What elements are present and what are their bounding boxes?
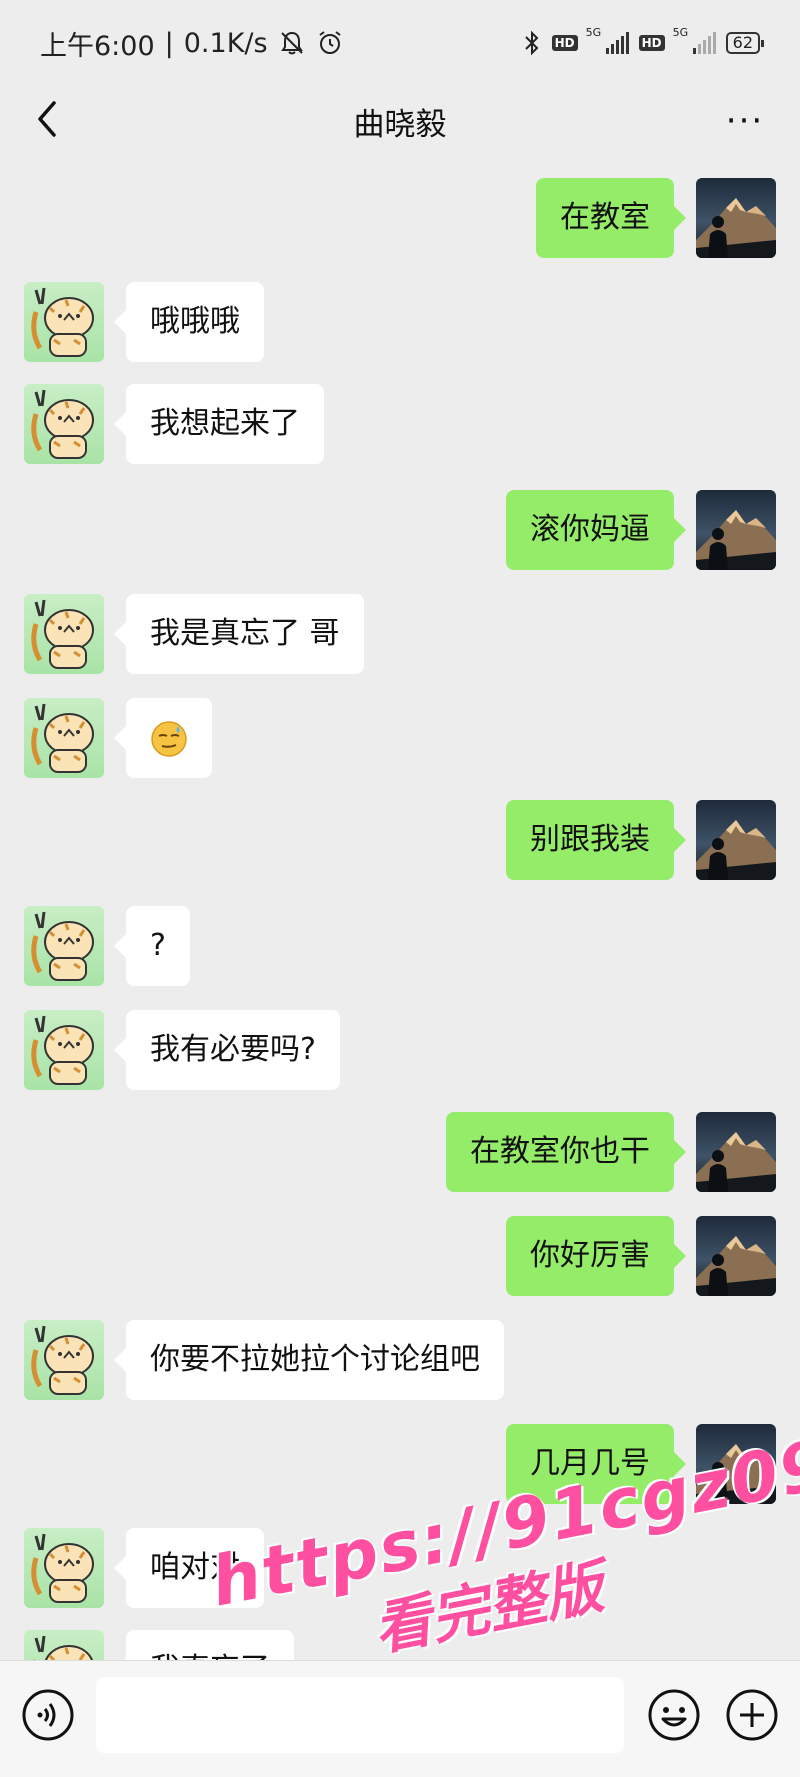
message-received: ? [24,906,190,986]
plus-icon [726,1689,778,1741]
signal-5g-icon: 5G [673,26,716,54]
sweat-smile-emoji-icon [150,720,188,757]
bluetooth-icon [524,30,539,56]
voice-button[interactable] [20,1687,76,1743]
message-sent: 几月几号 [506,1424,776,1504]
message-received: 你要不拉她拉个讨论组吧 [24,1320,504,1400]
status-time: 上午6:00 [40,30,155,62]
signal-label: 5G [672,26,689,39]
contact-avatar[interactable] [24,1528,104,1608]
message-bubble[interactable]: 你好厉害 [506,1216,686,1296]
mute-bell-icon [280,31,303,55]
my-avatar[interactable] [696,1112,776,1192]
message-bubble[interactable]: 咱对对 [114,1528,264,1608]
contact-avatar[interactable] [24,384,104,464]
status-separator: | [164,27,174,59]
watermark-text: 看完整版 [367,1552,609,1664]
battery-level: 62 [732,33,753,52]
contact-avatar[interactable] [24,906,104,986]
my-avatar[interactable] [696,178,776,258]
more-options-button[interactable]: ··· [720,96,770,146]
input-bar [0,1660,800,1777]
message-bubble[interactable]: 滚你妈逼 [506,490,686,570]
message-text: 你好厉害 [530,1238,650,1273]
status-right: HD 5G HD 5G 62 [522,26,765,57]
message-bubble[interactable]: 别跟我装 [506,800,686,880]
hd-badge: HD [551,35,578,51]
emoji-button[interactable] [646,1687,702,1743]
more-functions-button[interactable] [724,1687,780,1743]
battery-icon: 62 [725,32,765,54]
my-avatar[interactable] [696,800,776,880]
contact-avatar[interactable] [24,1010,104,1090]
my-avatar[interactable] [696,1424,776,1504]
message-bubble[interactable]: 你要不拉她拉个讨论组吧 [114,1320,504,1400]
message-received: 我有必要吗? [24,1010,340,1090]
contact-avatar[interactable] [24,1320,104,1400]
back-button[interactable] [22,94,72,144]
message-bubble[interactable]: 我想起来了 [114,384,324,464]
message-bubble[interactable]: 我有必要吗? [114,1010,340,1090]
contact-avatar[interactable] [24,282,104,362]
message-text: 滚你妈逼 [530,512,650,547]
my-avatar[interactable] [696,490,776,570]
message-bubble[interactable]: 哦哦哦 [114,282,264,362]
message-input[interactable] [96,1677,624,1753]
chevron-left-icon [38,101,56,137]
message-text: 别跟我装 [530,822,650,857]
message-sent: 你好厉害 [506,1216,776,1296]
message-received [24,698,212,778]
message-text: 在教室 [560,200,650,235]
message-bubble[interactable]: ? [114,906,190,986]
message-bubble[interactable] [114,698,212,778]
signal-label: 5G [585,26,602,39]
message-sent: 在教室你也干 [446,1112,776,1192]
message-text: 咱对对 [150,1550,240,1585]
emoji-icon [648,1689,700,1741]
message-received: 我是真忘了 哥 [24,594,364,674]
message-text: 你要不拉她拉个讨论组吧 [150,1342,480,1377]
my-avatar[interactable] [696,1216,776,1296]
message-sent: 在教室 [536,178,776,258]
voice-icon [22,1689,74,1741]
message-text: 哦哦哦 [150,304,240,339]
message-received: 哦哦哦 [24,282,264,362]
chat-header: 曲晓毅 ··· [0,86,800,156]
message-received: 我想起来了 [24,384,324,464]
signal-5g-icon: 5G [586,26,629,54]
contact-avatar[interactable] [24,594,104,674]
message-text: 几月几号 [530,1446,650,1481]
message-text: 我想起来了 [150,406,300,441]
status-bar: 上午6:00 | 0.1K/s HD 5G HD 5G 62 [0,0,800,86]
hd-badge: HD [638,35,665,51]
page-title: 曲晓毅 [353,106,447,143]
message-bubble[interactable]: 在教室 [536,178,686,258]
message-bubble[interactable]: 几月几号 [506,1424,686,1504]
message-sent: 别跟我装 [506,800,776,880]
message-sent: 滚你妈逼 [506,490,776,570]
message-received: 咱对对 [24,1528,264,1608]
alarm-icon [318,31,341,54]
message-bubble[interactable]: 在教室你也干 [446,1112,686,1192]
message-text: 我有必要吗? [150,1032,316,1067]
message-text: 我是真忘了 哥 [150,616,340,651]
network-speed: 0.1K/s [183,27,268,59]
message-bubble[interactable]: 我是真忘了 哥 [114,594,364,674]
message-text: 在教室你也干 [470,1134,650,1169]
message-text: ? [150,928,166,963]
status-left: 上午6:00 | 0.1K/s [40,24,344,63]
contact-avatar[interactable] [24,698,104,778]
